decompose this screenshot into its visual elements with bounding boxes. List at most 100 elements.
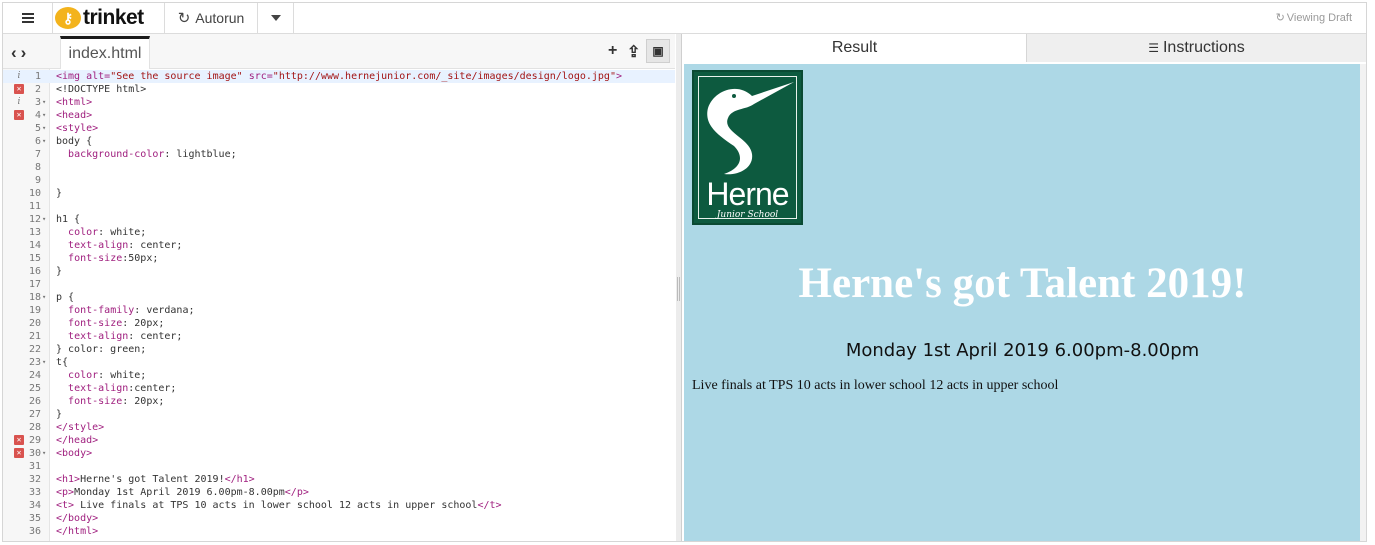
fold-arrow-icon[interactable]: ▾: [42, 213, 46, 226]
code-line[interactable]: 6 ▾ body {: [3, 135, 675, 148]
code-text: text-align: center;: [68, 240, 183, 251]
code-line[interactable]: 34 <t> Live finals at TPS 10 acts in lowe…: [3, 499, 675, 512]
code-line[interactable]: 15 font-size:50px;: [3, 252, 675, 265]
code-line[interactable]: 17: [3, 278, 675, 291]
viewing-draft-label: Viewing Draft: [1286, 12, 1352, 24]
list-icon: ☰: [1148, 41, 1159, 55]
line-number: 32: [28, 474, 41, 485]
line-number: 11: [28, 201, 41, 212]
code-line[interactable]: 27}: [3, 408, 675, 421]
refresh-icon: ↻: [177, 10, 191, 27]
code-text: t{: [56, 357, 69, 368]
code-line[interactable]: 35 </body>: [3, 512, 675, 525]
top-toolbar: ⚷ trinket ↻ Autorun ↻ Viewing Draft: [3, 3, 1366, 34]
code-line[interactable]: 7 background-color: lightblue;: [3, 148, 675, 161]
line-number: 12: [28, 214, 41, 225]
code-line[interactable]: i 3 ▾ <html>: [3, 96, 675, 109]
error-marker-icon[interactable]: ✕: [14, 84, 24, 94]
info-marker-icon[interactable]: i: [14, 71, 24, 81]
code-line[interactable]: 32 <h1>Herne's got Talent 2019!</h1>: [3, 473, 675, 486]
code-line[interactable]: 14 text-align: center;: [3, 239, 675, 252]
run-options-dropdown[interactable]: [258, 3, 294, 33]
code-line[interactable]: ✕ 2 <!DOCTYPE html>: [3, 83, 675, 96]
line-number: 8: [34, 162, 41, 173]
info-marker-icon[interactable]: i: [14, 97, 24, 107]
fold-arrow-icon[interactable]: ▾: [42, 447, 46, 460]
code-line[interactable]: 26 font-size: 20px;: [3, 395, 675, 408]
code-line[interactable]: 19 font-family: verdana;: [3, 304, 675, 317]
tab-index-html[interactable]: index.html: [60, 36, 150, 69]
code-line[interactable]: ✕ 4 ▾ <head>: [3, 109, 675, 122]
line-number: 3: [34, 97, 41, 108]
code-line[interactable]: 13 color: white;: [3, 226, 675, 239]
line-number: 10: [28, 188, 41, 199]
code-text: </html>: [56, 526, 99, 537]
tab-instructions-label: Instructions: [1162, 39, 1245, 56]
code-line[interactable]: 33 <p>Monday 1st April 2019 6.00pm-8.00pm…: [3, 486, 675, 499]
menu-button[interactable]: [3, 3, 53, 33]
code-line[interactable]: 18 ▾ p {: [3, 291, 675, 304]
code-line[interactable]: 25 text-align:center;: [3, 382, 675, 395]
pane-splitter[interactable]: [676, 34, 682, 541]
code-editor[interactable]: i 1 <img alt="See the source image" src="h…: [3, 69, 675, 541]
error-marker-icon[interactable]: ✕: [14, 448, 24, 458]
line-number: 15: [28, 253, 41, 264]
fold-arrow-icon[interactable]: ▾: [42, 109, 46, 122]
code-line[interactable]: 28 </style>: [3, 421, 675, 434]
code-line[interactable]: ✕ 30 ▾ <body>: [3, 447, 675, 460]
preview-details: Live finals at TPS 10 acts in lower scho…: [692, 378, 1059, 393]
fold-arrow-icon[interactable]: ▾: [42, 96, 46, 109]
output-tabs: Result ☰ Instructions: [683, 34, 1366, 62]
fold-arrow-icon[interactable]: ▾: [42, 135, 46, 148]
school-logo-image: Herne Junior School: [692, 70, 803, 225]
code-line[interactable]: 9: [3, 174, 675, 187]
code-line[interactable]: 16}: [3, 265, 675, 278]
code-line[interactable]: 22} color: green;: [3, 343, 675, 356]
code-line[interactable]: i 1 <img alt="See the source image" src="h…: [3, 70, 675, 83]
line-number: 28: [28, 422, 41, 433]
code-line[interactable]: 24 color: white;: [3, 369, 675, 382]
code-line[interactable]: 11: [3, 200, 675, 213]
tab-scroll-arrows-icon[interactable]: ‹›: [11, 43, 30, 63]
code-line[interactable]: 12 ▾ h1 {: [3, 213, 675, 226]
code-line[interactable]: 20 font-size: 20px;: [3, 317, 675, 330]
splitter-grip-icon[interactable]: [677, 277, 680, 301]
fold-arrow-icon[interactable]: ▾: [42, 356, 46, 369]
code-text: </style>: [56, 422, 105, 433]
code-line[interactable]: 21 text-align: center;: [3, 330, 675, 343]
code-text: text-align: center;: [68, 331, 183, 342]
error-marker-icon[interactable]: ✕: [14, 435, 24, 445]
tab-instructions[interactable]: ☰ Instructions: [1026, 34, 1366, 62]
editor-pane: ‹› index.html + ⇪ ▣ i 1 <img alt="See the …: [3, 34, 675, 541]
code-line[interactable]: 8: [3, 161, 675, 174]
code-line[interactable]: ✕ 29 </head>: [3, 434, 675, 447]
code-text: <t> Live finals at TPS 10 acts in lower …: [56, 500, 502, 511]
brand-name: trinket: [83, 6, 144, 29]
code-line[interactable]: 10}: [3, 187, 675, 200]
code-text: <style>: [56, 123, 99, 134]
code-text: font-size:50px;: [68, 253, 159, 264]
fold-arrow-icon[interactable]: ▾: [42, 122, 46, 135]
code-text: p {: [56, 292, 75, 303]
code-line[interactable]: 36 </html>: [3, 525, 675, 538]
fold-arrow-icon[interactable]: ▾: [42, 291, 46, 304]
line-number: 7: [34, 149, 41, 160]
preview-scrollbar[interactable]: [1360, 64, 1366, 541]
line-number: 14: [28, 240, 41, 251]
tab-result[interactable]: Result: [683, 34, 1026, 62]
viewing-draft-status[interactable]: ↻ Viewing Draft: [1276, 11, 1352, 24]
code-line[interactable]: 31: [3, 460, 675, 473]
code-line[interactable]: 5 ▾ <style>: [3, 122, 675, 135]
add-file-icon[interactable]: +: [608, 42, 617, 60]
trinket-logo[interactable]: ⚷ trinket: [53, 3, 165, 33]
result-preview: Herne Junior School Herne's got Talent 2…: [684, 64, 1361, 541]
error-marker-icon[interactable]: ✕: [14, 110, 24, 120]
autorun-button[interactable]: ↻ Autorun: [165, 3, 258, 33]
upload-icon[interactable]: ⇪: [627, 42, 640, 62]
image-library-icon[interactable]: ▣: [646, 39, 670, 63]
code-line[interactable]: 23 ▾ t{: [3, 356, 675, 369]
line-number: 17: [28, 279, 41, 290]
line-number: 6: [34, 136, 41, 147]
line-number: 25: [28, 383, 41, 394]
code-text: h1 {: [56, 214, 81, 225]
